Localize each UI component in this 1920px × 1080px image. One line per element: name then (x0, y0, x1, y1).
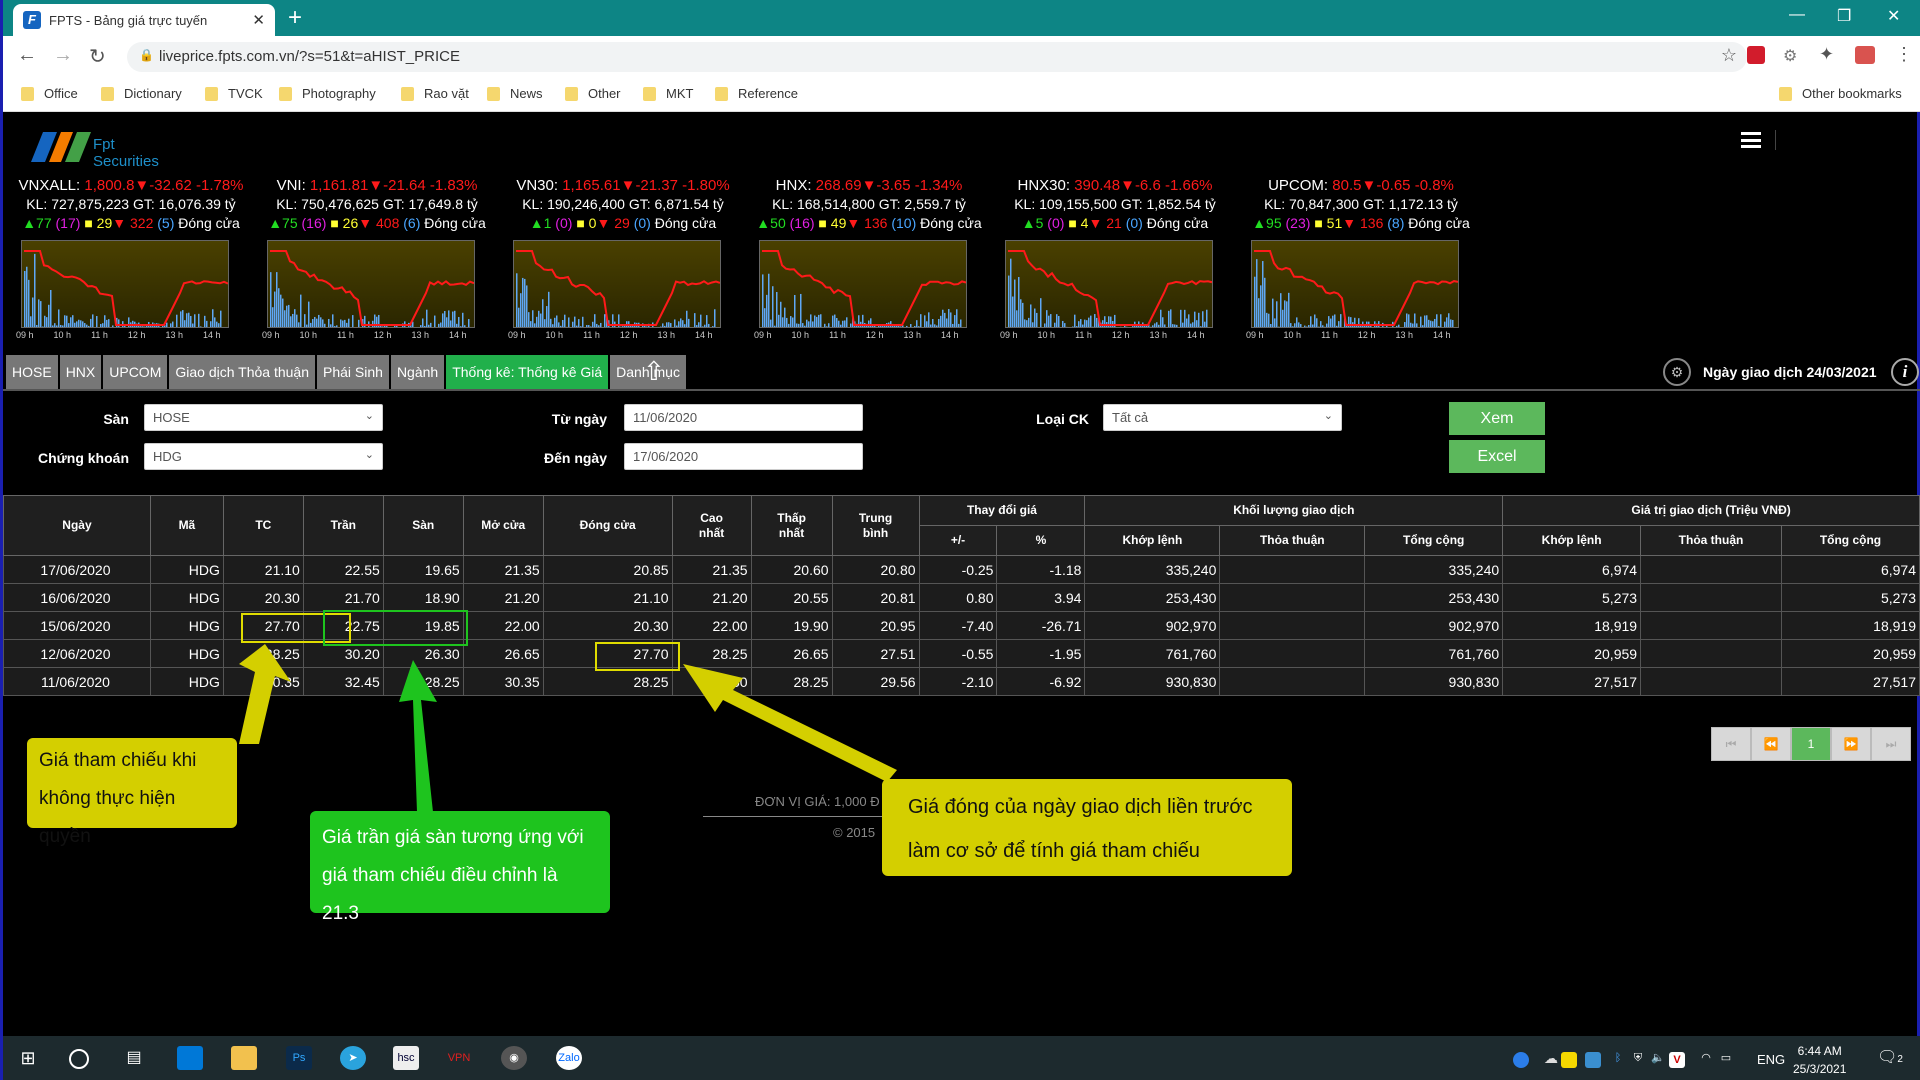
battery-icon[interactable]: ▭ (1713, 1046, 1739, 1070)
intraday-mini-chart[interactable] (1005, 240, 1213, 328)
intraday-mini-chart[interactable] (267, 240, 475, 328)
hour-label: 12 h (373, 330, 392, 340)
hour-label: 12 h (1357, 330, 1376, 340)
hour-label: 10 h (53, 330, 72, 340)
clock-time: 6:44 AM (1797, 1044, 1842, 1058)
hour-label: 13 h (1149, 330, 1167, 340)
hour-label: 12 h (865, 330, 884, 340)
intraday-mini-chart[interactable] (759, 240, 967, 328)
hour-label: 14 h (694, 330, 713, 340)
annotation-arrows (239, 644, 897, 812)
chart-time-axis: 09 h 10 h 11 h 12 h 13 h 14 h (1000, 330, 1230, 340)
arrow-close-note (683, 664, 897, 782)
chart-time-axis: 09 h 10 h 11 h 12 h 13 h 14 h (16, 330, 246, 340)
windows-start-icon[interactable]: ⊞ (15, 1046, 41, 1070)
vnkey-icon[interactable]: V (1669, 1052, 1685, 1068)
hour-label: 11 h (829, 330, 846, 340)
zalo-icon[interactable]: Zalo (556, 1046, 582, 1070)
hour-label: 10 h (545, 330, 564, 340)
telegram-icon[interactable]: ➤ (340, 1046, 366, 1070)
hour-label: 09 h (262, 330, 280, 340)
vpn-icon[interactable]: VPN (446, 1046, 472, 1070)
hour-label: 09 h (16, 330, 34, 340)
note-ref-price: Giá tham chiếu khi không thực hiện quyền (27, 738, 237, 847)
file-explorer-icon[interactable] (231, 1046, 257, 1070)
chart-time-axis: 09 h 10 h 11 h 12 h 13 h 14 h (754, 330, 984, 340)
hour-label: 14 h (940, 330, 959, 340)
chart-time-axis: 09 h 10 h 11 h 12 h 13 h 14 h (1246, 330, 1476, 340)
arrow-ref-note (239, 644, 291, 744)
hsc-icon[interactable]: hsc (393, 1046, 419, 1070)
hour-label: 13 h (1395, 330, 1413, 340)
task-view-icon[interactable]: ▤ (121, 1046, 147, 1070)
photoshop-icon[interactable]: Ps (286, 1046, 312, 1070)
hour-label: 11 h (91, 330, 108, 340)
hour-label: 13 h (165, 330, 183, 340)
notifications-icon[interactable]: 🗨2 (1877, 1046, 1903, 1070)
hour-label: 12 h (1111, 330, 1130, 340)
hour-label: 13 h (411, 330, 429, 340)
hour-label: 12 h (127, 330, 146, 340)
volume-icon[interactable]: 🔈 (1645, 1046, 1671, 1070)
hour-label: 14 h (202, 330, 221, 340)
notification-count: 2 (1897, 1054, 1903, 1065)
note-prev-close: Giá đóng của ngày giao dịch liền trước l… (882, 779, 1292, 876)
hour-label: 11 h (1075, 330, 1092, 340)
chrome-icon[interactable]: ◉ (501, 1046, 527, 1070)
sticky-notes-icon[interactable] (1561, 1052, 1577, 1068)
search-icon[interactable] (69, 1049, 89, 1069)
intraday-mini-chart[interactable] (1251, 240, 1459, 328)
chart-time-axis: 09 h 10 h 11 h 12 h 13 h 14 h (508, 330, 738, 340)
hour-label: 10 h (791, 330, 810, 340)
intraday-mini-chart[interactable] (21, 240, 229, 328)
hour-label: 11 h (1321, 330, 1338, 340)
hour-label: 09 h (1000, 330, 1018, 340)
clock[interactable]: 6:44 AM 25/3/2021 (1793, 1042, 1846, 1078)
hour-label: 09 h (1246, 330, 1264, 340)
note-ceiling-floor: Giá trần giá sàn tương ứng với giá tham … (310, 811, 610, 924)
hour-label: 14 h (448, 330, 467, 340)
clock-date: 25/3/2021 (1793, 1062, 1847, 1076)
chart-time-axis: 09 h 10 h 11 h 12 h 13 h 14 h (262, 330, 492, 340)
hour-label: 11 h (337, 330, 354, 340)
hour-label: 13 h (657, 330, 675, 340)
hour-label: 14 h (1432, 330, 1451, 340)
intraday-mini-chart[interactable] (513, 240, 721, 328)
store-icon[interactable] (177, 1046, 203, 1070)
hour-label: 13 h (903, 330, 921, 340)
hour-label: 14 h (1186, 330, 1205, 340)
hour-label: 11 h (583, 330, 600, 340)
hour-label: 09 h (754, 330, 772, 340)
zalo-tray-icon[interactable] (1513, 1052, 1529, 1068)
arrow-ceiling-floor-note (399, 660, 437, 812)
app-tray-icon[interactable] (1585, 1052, 1601, 1068)
hour-label: 10 h (1283, 330, 1302, 340)
language-indicator[interactable]: ENG (1757, 1052, 1785, 1067)
hour-label: 10 h (1037, 330, 1056, 340)
hour-label: 12 h (619, 330, 638, 340)
hour-label: 10 h (299, 330, 318, 340)
hour-label: 09 h (508, 330, 526, 340)
